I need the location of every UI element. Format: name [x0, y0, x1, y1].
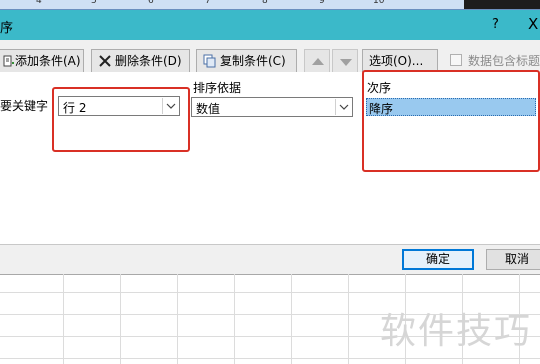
grid-line	[234, 274, 235, 364]
highlight-box-key	[52, 87, 190, 152]
grid-line	[120, 274, 121, 364]
grid-line	[348, 274, 349, 364]
grid-line	[291, 274, 292, 364]
arrow-down-icon	[340, 59, 352, 66]
watermark: 软件技巧	[380, 311, 533, 352]
column-ruler: 4 5 6 7 8 9 10	[0, 0, 540, 10]
help-button[interactable]: ?	[492, 17, 499, 32]
sort-on-column-header: 排序依据	[193, 81, 242, 95]
sort-on-dropdown-value: 数值	[196, 102, 221, 116]
data-has-header-label: 数据包含标题	[468, 54, 540, 68]
copy-icon	[203, 54, 216, 68]
ruler-number: 8	[262, 0, 268, 6]
ok-button[interactable]: 确定	[402, 249, 474, 270]
chevron-down-icon	[339, 104, 349, 110]
highlight-box-order	[362, 70, 540, 172]
ruler-number: 9	[319, 0, 325, 6]
ruler-number: 5	[91, 0, 97, 6]
add-condition-button[interactable]: 添加条件(A)	[0, 49, 84, 73]
grid-line	[63, 274, 64, 364]
arrow-up-icon	[312, 58, 324, 65]
add-condition-icon	[3, 55, 14, 67]
grid-line	[0, 292, 540, 293]
ruler-number: 4	[36, 0, 42, 6]
cancel-button[interactable]: 取消	[486, 249, 540, 270]
sort-on-dropdown-arrow[interactable]	[335, 99, 351, 115]
data-has-header-checkbox[interactable]	[450, 54, 462, 66]
key-column-header: 要关键字	[0, 99, 49, 113]
grid-line	[177, 274, 178, 364]
ruler-number: 6	[148, 0, 154, 6]
delete-x-icon	[99, 55, 111, 67]
close-button[interactable]: X	[528, 15, 538, 33]
ruler-number: 10	[373, 0, 385, 6]
move-down-button[interactable]	[332, 49, 358, 73]
delete-condition-label: 删除条件(D)	[115, 54, 182, 68]
dialog-titlebar[interactable]: 序 ? X	[0, 10, 540, 40]
ruler-dark-region	[464, 0, 540, 9]
grid-line	[0, 274, 540, 275]
options-label: 选项(O)...	[369, 54, 424, 68]
add-condition-label: 添加条件(A)	[15, 54, 81, 68]
move-up-button[interactable]	[304, 49, 330, 73]
copy-condition-button[interactable]: 复制条件(C)	[196, 49, 297, 73]
ruler-number: 7	[205, 0, 211, 6]
dialog-title: 序	[0, 21, 14, 36]
grid-line	[0, 358, 540, 359]
delete-condition-button[interactable]: 删除条件(D)	[91, 49, 190, 73]
sort-on-dropdown[interactable]: 数值	[191, 97, 353, 117]
copy-condition-label: 复制条件(C)	[220, 54, 286, 68]
